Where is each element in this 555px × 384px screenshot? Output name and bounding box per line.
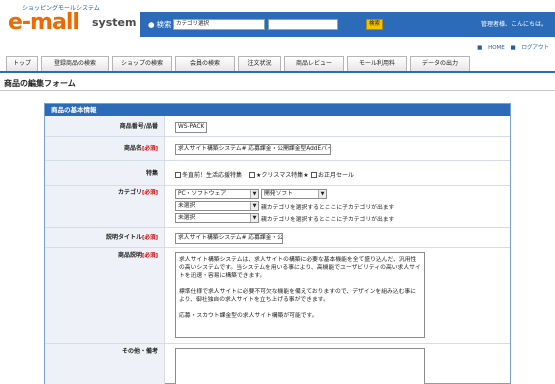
search-button[interactable]: 検索 <box>366 19 383 30</box>
category-hint-3: 親カテゴリを選択するとここに子カテゴリが出ます <box>261 217 395 223</box>
product-code-input[interactable]: WS-PACK <box>175 122 207 133</box>
home-link[interactable]: ■ HOME <box>477 45 505 51</box>
chevron-down-icon: ▼ <box>250 214 258 222</box>
label-product-name: 商品名[必須] <box>45 137 165 160</box>
category-hint-2: 親カテゴリを選択するとここに子カテゴリが出ます <box>261 205 395 211</box>
description-textarea[interactable]: 求人サイト構築システムは、求人サイトの構築に必要な基本機能を全て盛り込んだ、汎用… <box>175 252 425 338</box>
main-tabs: トップ 登録商品の検索 ショップの検索 会員の検索 注文状況 商品レビュー モー… <box>0 56 555 73</box>
tab-data-export[interactable]: データの出力 <box>410 56 470 71</box>
logo[interactable]: e-mall <box>8 10 80 35</box>
search-input[interactable] <box>268 19 338 30</box>
category-select-2[interactable]: 未選択 ▼ <box>175 201 259 211</box>
label-description-title: 説明タイトル[必須] <box>45 228 165 247</box>
tab-reviews[interactable]: 商品レビュー <box>284 56 344 71</box>
row-description-title: 説明タイトル[必須] 求人サイト構築システム# 応募課金・公 <box>45 228 510 248</box>
search-bar: ● 検索 カテゴリ選択 検索 管理者様、こんにちは。 <box>140 12 555 37</box>
row-features: 特集 冬直前！生活応援特集 ★クリスマス特集★ お正月セール <box>45 161 510 186</box>
feature-checkbox-winter[interactable]: 冬直前！生活応援特集 <box>175 170 242 179</box>
description-title-input[interactable]: 求人サイト構築システム# 応募課金・公 <box>175 233 283 244</box>
tab-product-search[interactable]: 登録商品の検索 <box>41 56 109 71</box>
product-name-input[interactable]: 求人サイト構築システム# 応募課金・公開課金型AddEバイ <box>175 144 331 155</box>
header: ショッピングモールシステム e-mall system ● 検索 カテゴリ選択 検… <box>0 0 555 40</box>
chevron-down-icon: ▼ <box>250 190 258 198</box>
label-other: その他・備考 <box>45 344 165 384</box>
row-other: その他・備考 <box>45 344 510 384</box>
chevron-down-icon: ▼ <box>318 190 326 198</box>
tab-member-search[interactable]: 会員の検索 <box>175 56 235 71</box>
tab-orders[interactable]: 注文状況 <box>238 56 281 71</box>
label-category: カテゴリ[必須] <box>45 186 165 227</box>
panel-title: 商品の基本情報 <box>45 104 510 116</box>
chevron-down-icon: ▼ <box>250 202 258 210</box>
label-features: 特集 <box>45 161 165 185</box>
category-select-3[interactable]: 未選択 ▼ <box>175 213 259 223</box>
logout-link[interactable]: ■ ログアウト <box>511 45 549 51</box>
search-icon: ● <box>148 20 155 29</box>
feature-checkbox-christmas[interactable]: ★クリスマス特集★ <box>249 170 309 179</box>
row-product-code: 商品番号/品番 WS-PACK <box>45 116 510 137</box>
other-textarea[interactable] <box>175 348 425 384</box>
category-select-1-sub[interactable]: 開発ソフト ▼ <box>261 189 327 199</box>
search-category-select[interactable]: カテゴリ選択 <box>173 19 265 30</box>
tab-shop-search[interactable]: ショップの検索 <box>112 56 172 71</box>
tab-top[interactable]: トップ <box>6 56 38 71</box>
logo-subtitle: system <box>92 16 137 29</box>
label-product-code: 商品番号/品番 <box>45 116 165 136</box>
header-links: ■ HOME ■ ログアウト <box>473 43 549 51</box>
row-category: カテゴリ[必須] PC・ソフトウェア ▼ 開発ソフト ▼ 未選択 ▼ 親カテゴリを選択… <box>45 186 510 228</box>
category-select-1[interactable]: PC・ソフトウェア ▼ <box>175 189 259 199</box>
feature-checkbox-newyear[interactable]: お正月セール <box>311 170 354 179</box>
page-title: 商品の編集フォーム <box>4 79 76 88</box>
product-form-panel: 商品の基本情報 商品番号/品番 WS-PACK 商品名[必須] 求人サイト構築シ… <box>44 103 511 384</box>
row-product-name: 商品名[必須] 求人サイト構築システム# 応募課金・公開課金型AddEバイ <box>45 137 510 161</box>
row-description: 商品説明[必須] 求人サイト構築システムは、求人サイトの構築に必要な基本機能を全… <box>45 248 510 344</box>
search-label: ● 検索 <box>148 20 172 29</box>
welcome-message: 管理者様、こんにちは。 <box>480 21 547 28</box>
tab-mall-fees[interactable]: モール利用料 <box>347 56 407 71</box>
title-divider <box>0 90 555 91</box>
label-description: 商品説明[必須] <box>45 248 165 343</box>
